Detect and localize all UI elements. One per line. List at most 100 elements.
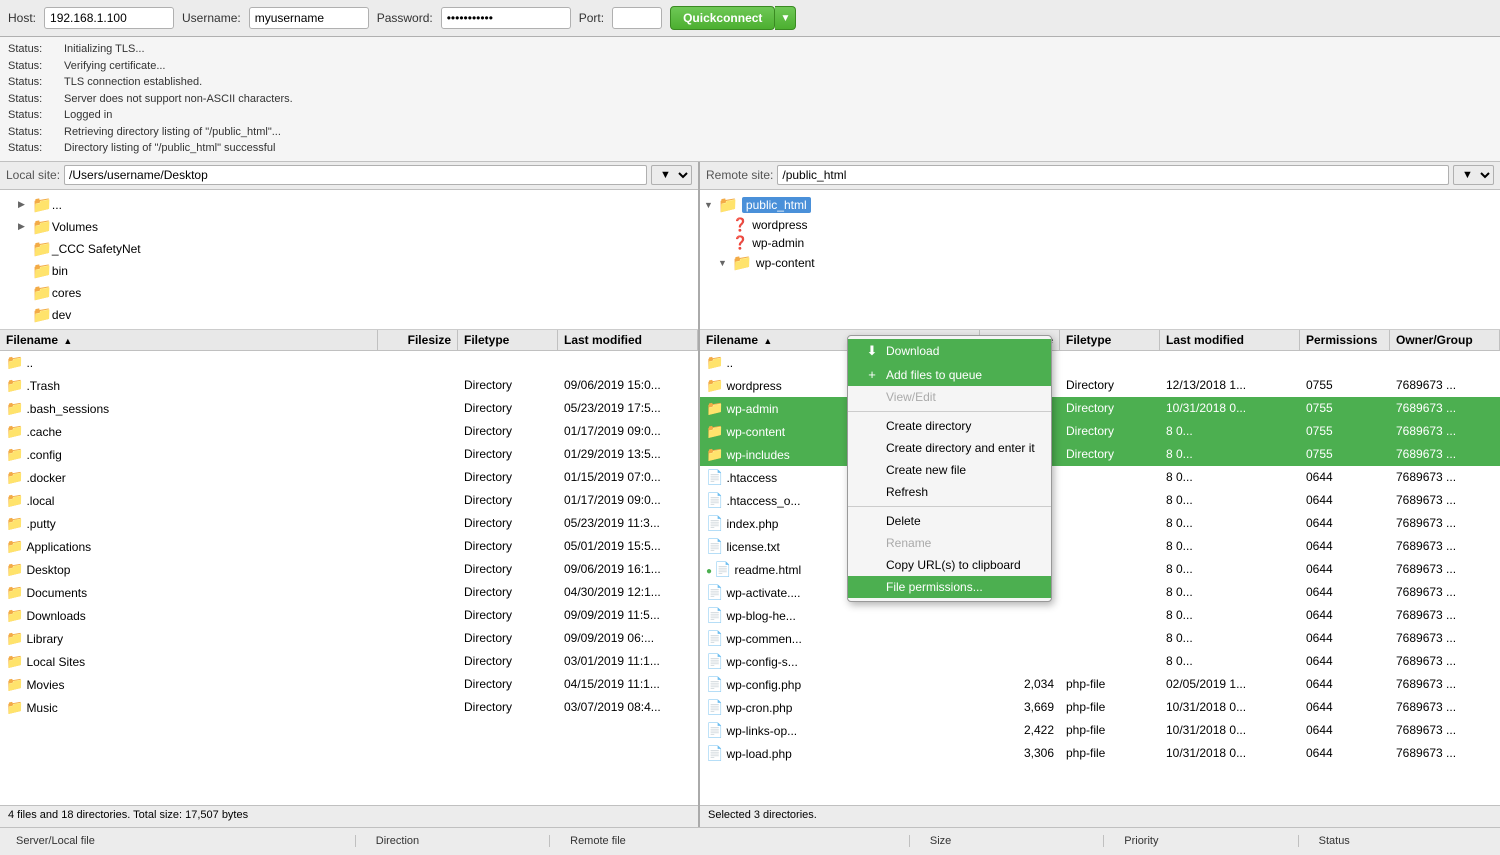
question-icon: ❓ bbox=[732, 235, 748, 251]
local-site-input[interactable] bbox=[64, 165, 647, 185]
local-file-size bbox=[378, 383, 458, 387]
context-menu-download[interactable]: ⬇ Download bbox=[848, 339, 1051, 363]
remote-header-lastmod[interactable]: Last modified bbox=[1160, 330, 1300, 350]
local-file-row[interactable]: 📁Music Directory 03/07/2019 08:4... bbox=[0, 696, 698, 719]
remote-file-row[interactable]: 📁wp-content Directory 8 0... 0755 768967… bbox=[700, 420, 1500, 443]
context-menu-add-queue[interactable]: + Add files to queue bbox=[848, 363, 1051, 386]
tree-item-wordpress[interactable]: ❓ wordpress bbox=[700, 216, 1500, 234]
remote-site-input[interactable] bbox=[777, 165, 1449, 185]
remote-file-row[interactable]: 📁wp-admin Directory 10/31/2018 0... 0755… bbox=[700, 397, 1500, 420]
remote-file-row[interactable]: ●📄readme.html 8 0... 0644 7689673 ... bbox=[700, 558, 1500, 581]
remote-file-perms: 0644 bbox=[1300, 514, 1390, 532]
quickconnect-dropdown-button[interactable]: ▼ bbox=[775, 6, 796, 30]
remote-file-row[interactable]: 📄.htaccess 8 0... 0644 7689673 ... bbox=[700, 466, 1500, 489]
remote-file-row[interactable]: 📄wp-commen... 8 0... 0644 7689673 ... bbox=[700, 627, 1500, 650]
local-file-row[interactable]: 📁.docker Directory 01/15/2019 07:0... bbox=[0, 466, 698, 489]
folder-icon: 📁 bbox=[706, 446, 723, 462]
local-file-size bbox=[378, 498, 458, 502]
local-file-row[interactable]: 📁.cache Directory 01/17/2019 09:0... bbox=[0, 420, 698, 443]
remote-site-dropdown[interactable]: ▼ bbox=[1453, 165, 1494, 185]
tree-item-cores[interactable]: 📁 cores bbox=[0, 282, 698, 304]
local-file-row[interactable]: 📁Movies Directory 04/15/2019 11:1... bbox=[0, 673, 698, 696]
remote-file-row[interactable]: 📄index.php 8 0... 0644 7689673 ... bbox=[700, 512, 1500, 535]
remote-file-row[interactable]: 📄wp-links-op... 2,422 php-file 10/31/201… bbox=[700, 719, 1500, 742]
remote-file-type: Directory bbox=[1060, 422, 1160, 440]
remote-file-row[interactable]: 📄wp-config.php 2,034 php-file 02/05/2019… bbox=[700, 673, 1500, 696]
remote-header-permissions[interactable]: Permissions bbox=[1300, 330, 1390, 350]
context-menu-copy-url[interactable]: Copy URL(s) to clipboard bbox=[848, 554, 1051, 576]
context-menu-delete-label: Delete bbox=[886, 514, 921, 528]
remote-file-row[interactable]: 📄wp-load.php 3,306 php-file 10/31/2018 0… bbox=[700, 742, 1500, 765]
local-pane: Local site: ▼ ▶ 📁 ... ▶ 📁 Volumes 📁 _CCC… bbox=[0, 162, 700, 827]
remote-file-list: Filename ▲ Filesize Filetype Last modifi… bbox=[700, 330, 1500, 805]
local-file-type: Directory bbox=[458, 514, 558, 532]
tree-item-public-html[interactable]: ▼ 📁 public_html bbox=[700, 194, 1500, 216]
local-header-filename[interactable]: Filename ▲ bbox=[0, 330, 378, 350]
context-menu-view-edit-label: View/Edit bbox=[886, 390, 936, 404]
local-file-row[interactable]: 📁.Trash Directory 09/06/2019 15:0... bbox=[0, 374, 698, 397]
context-menu-file-permissions[interactable]: File permissions... bbox=[848, 576, 1051, 598]
host-input[interactable] bbox=[44, 7, 174, 29]
local-file-row[interactable]: 📁Downloads Directory 09/09/2019 11:5... bbox=[0, 604, 698, 627]
remote-file-row[interactable]: 📁wordpress Directory 12/13/2018 1... 075… bbox=[700, 374, 1500, 397]
remote-file-row[interactable]: 📁wp-includes Directory 8 0... 0755 76896… bbox=[700, 443, 1500, 466]
local-file-row[interactable]: 📁.config Directory 01/29/2019 13:5... bbox=[0, 443, 698, 466]
local-header-filetype[interactable]: Filetype bbox=[458, 330, 558, 350]
local-file-row[interactable]: 📁.. bbox=[0, 351, 698, 374]
context-menu-create-dir[interactable]: Create directory bbox=[848, 415, 1051, 437]
tree-item-dev[interactable]: 📁 dev bbox=[0, 304, 698, 326]
remote-file-row[interactable]: 📁.. bbox=[700, 351, 1500, 374]
local-file-list: Filename ▲ Filesize Filetype Last modifi… bbox=[0, 330, 698, 805]
tree-item-bin[interactable]: 📁 bin bbox=[0, 260, 698, 282]
context-menu-file-permissions-label: File permissions... bbox=[886, 580, 983, 594]
status-val-6: Retrieving directory listing of "/public… bbox=[64, 124, 281, 141]
remote-file-row[interactable]: 📄wp-config-s... 8 0... 0644 7689673 ... bbox=[700, 650, 1500, 673]
remote-file-row[interactable]: 📄wp-activate.... 8 0... 0644 7689673 ... bbox=[700, 581, 1500, 604]
local-file-type: Directory bbox=[458, 583, 558, 601]
folder-icon: 📁 bbox=[6, 377, 23, 393]
local-file-row[interactable]: 📁.putty Directory 05/23/2019 11:3... bbox=[0, 512, 698, 535]
tree-item-ccc[interactable]: 📁 _CCC SafetyNet bbox=[0, 238, 698, 260]
username-input[interactable] bbox=[249, 7, 369, 29]
password-input[interactable] bbox=[441, 7, 571, 29]
local-file-row[interactable]: 📁Local Sites Directory 03/01/2019 11:1..… bbox=[0, 650, 698, 673]
context-menu-refresh[interactable]: Refresh bbox=[848, 481, 1051, 503]
local-site-dropdown[interactable]: ▼ bbox=[651, 165, 692, 185]
folder-icon: 📁 bbox=[6, 400, 23, 416]
context-menu-delete[interactable]: Delete bbox=[848, 510, 1051, 532]
local-file-row[interactable]: 📁Applications Directory 05/01/2019 15:5.… bbox=[0, 535, 698, 558]
remote-file-row[interactable]: 📄.htaccess_o... 8 0... 0644 7689673 ... bbox=[700, 489, 1500, 512]
local-file-modified: 01/17/2019 09:0... bbox=[558, 491, 698, 509]
remote-file-row[interactable]: 📄wp-cron.php 3,669 php-file 10/31/2018 0… bbox=[700, 696, 1500, 719]
local-file-size bbox=[378, 659, 458, 663]
file-icon: 📄 bbox=[706, 584, 723, 600]
context-menu-create-file[interactable]: Create new file bbox=[848, 459, 1051, 481]
transfer-bar: Server/Local file Direction Remote file … bbox=[0, 827, 1500, 855]
local-file-size bbox=[378, 567, 458, 571]
context-menu-create-dir-enter[interactable]: Create directory and enter it bbox=[848, 437, 1051, 459]
tree-item-wp-admin[interactable]: ❓ wp-admin bbox=[700, 234, 1500, 252]
tree-item-dotdot[interactable]: ▶ 📁 ... bbox=[0, 194, 698, 216]
quickconnect-button[interactable]: Quickconnect bbox=[670, 6, 775, 30]
remote-file-row[interactable]: 📄wp-blog-he... 8 0... 0644 7689673 ... bbox=[700, 604, 1500, 627]
tree-item-wp-content[interactable]: ▼ 📁 wp-content bbox=[700, 252, 1500, 274]
remote-file-type: php-file bbox=[1060, 721, 1160, 739]
local-file-modified: 09/06/2019 16:1... bbox=[558, 560, 698, 578]
file-icon: 📄 bbox=[714, 561, 731, 577]
remote-file-row[interactable]: 📄license.txt 8 0... 0644 7689673 ... bbox=[700, 535, 1500, 558]
tree-item-volumes[interactable]: ▶ 📁 Volumes bbox=[0, 216, 698, 238]
remote-file-modified: 8 0... bbox=[1160, 537, 1300, 555]
remote-file-size: 2,034 bbox=[980, 675, 1060, 693]
local-file-row[interactable]: 📁.bash_sessions Directory 05/23/2019 17:… bbox=[0, 397, 698, 420]
status-key-1: Status: bbox=[8, 41, 58, 58]
local-file-row[interactable]: 📁.local Directory 01/17/2019 09:0... bbox=[0, 489, 698, 512]
port-input[interactable] bbox=[612, 7, 662, 29]
remote-header-filetype[interactable]: Filetype bbox=[1060, 330, 1160, 350]
local-header-lastmod[interactable]: Last modified bbox=[558, 330, 698, 350]
remote-header-owner[interactable]: Owner/Group bbox=[1390, 330, 1500, 350]
local-header-filesize[interactable]: Filesize bbox=[378, 330, 458, 350]
local-file-row[interactable]: 📁Desktop Directory 09/06/2019 16:1... bbox=[0, 558, 698, 581]
context-menu-rename: Rename bbox=[848, 532, 1051, 554]
local-file-row[interactable]: 📁Library Directory 09/09/2019 06:... bbox=[0, 627, 698, 650]
local-file-row[interactable]: 📁Documents Directory 04/30/2019 12:1... bbox=[0, 581, 698, 604]
